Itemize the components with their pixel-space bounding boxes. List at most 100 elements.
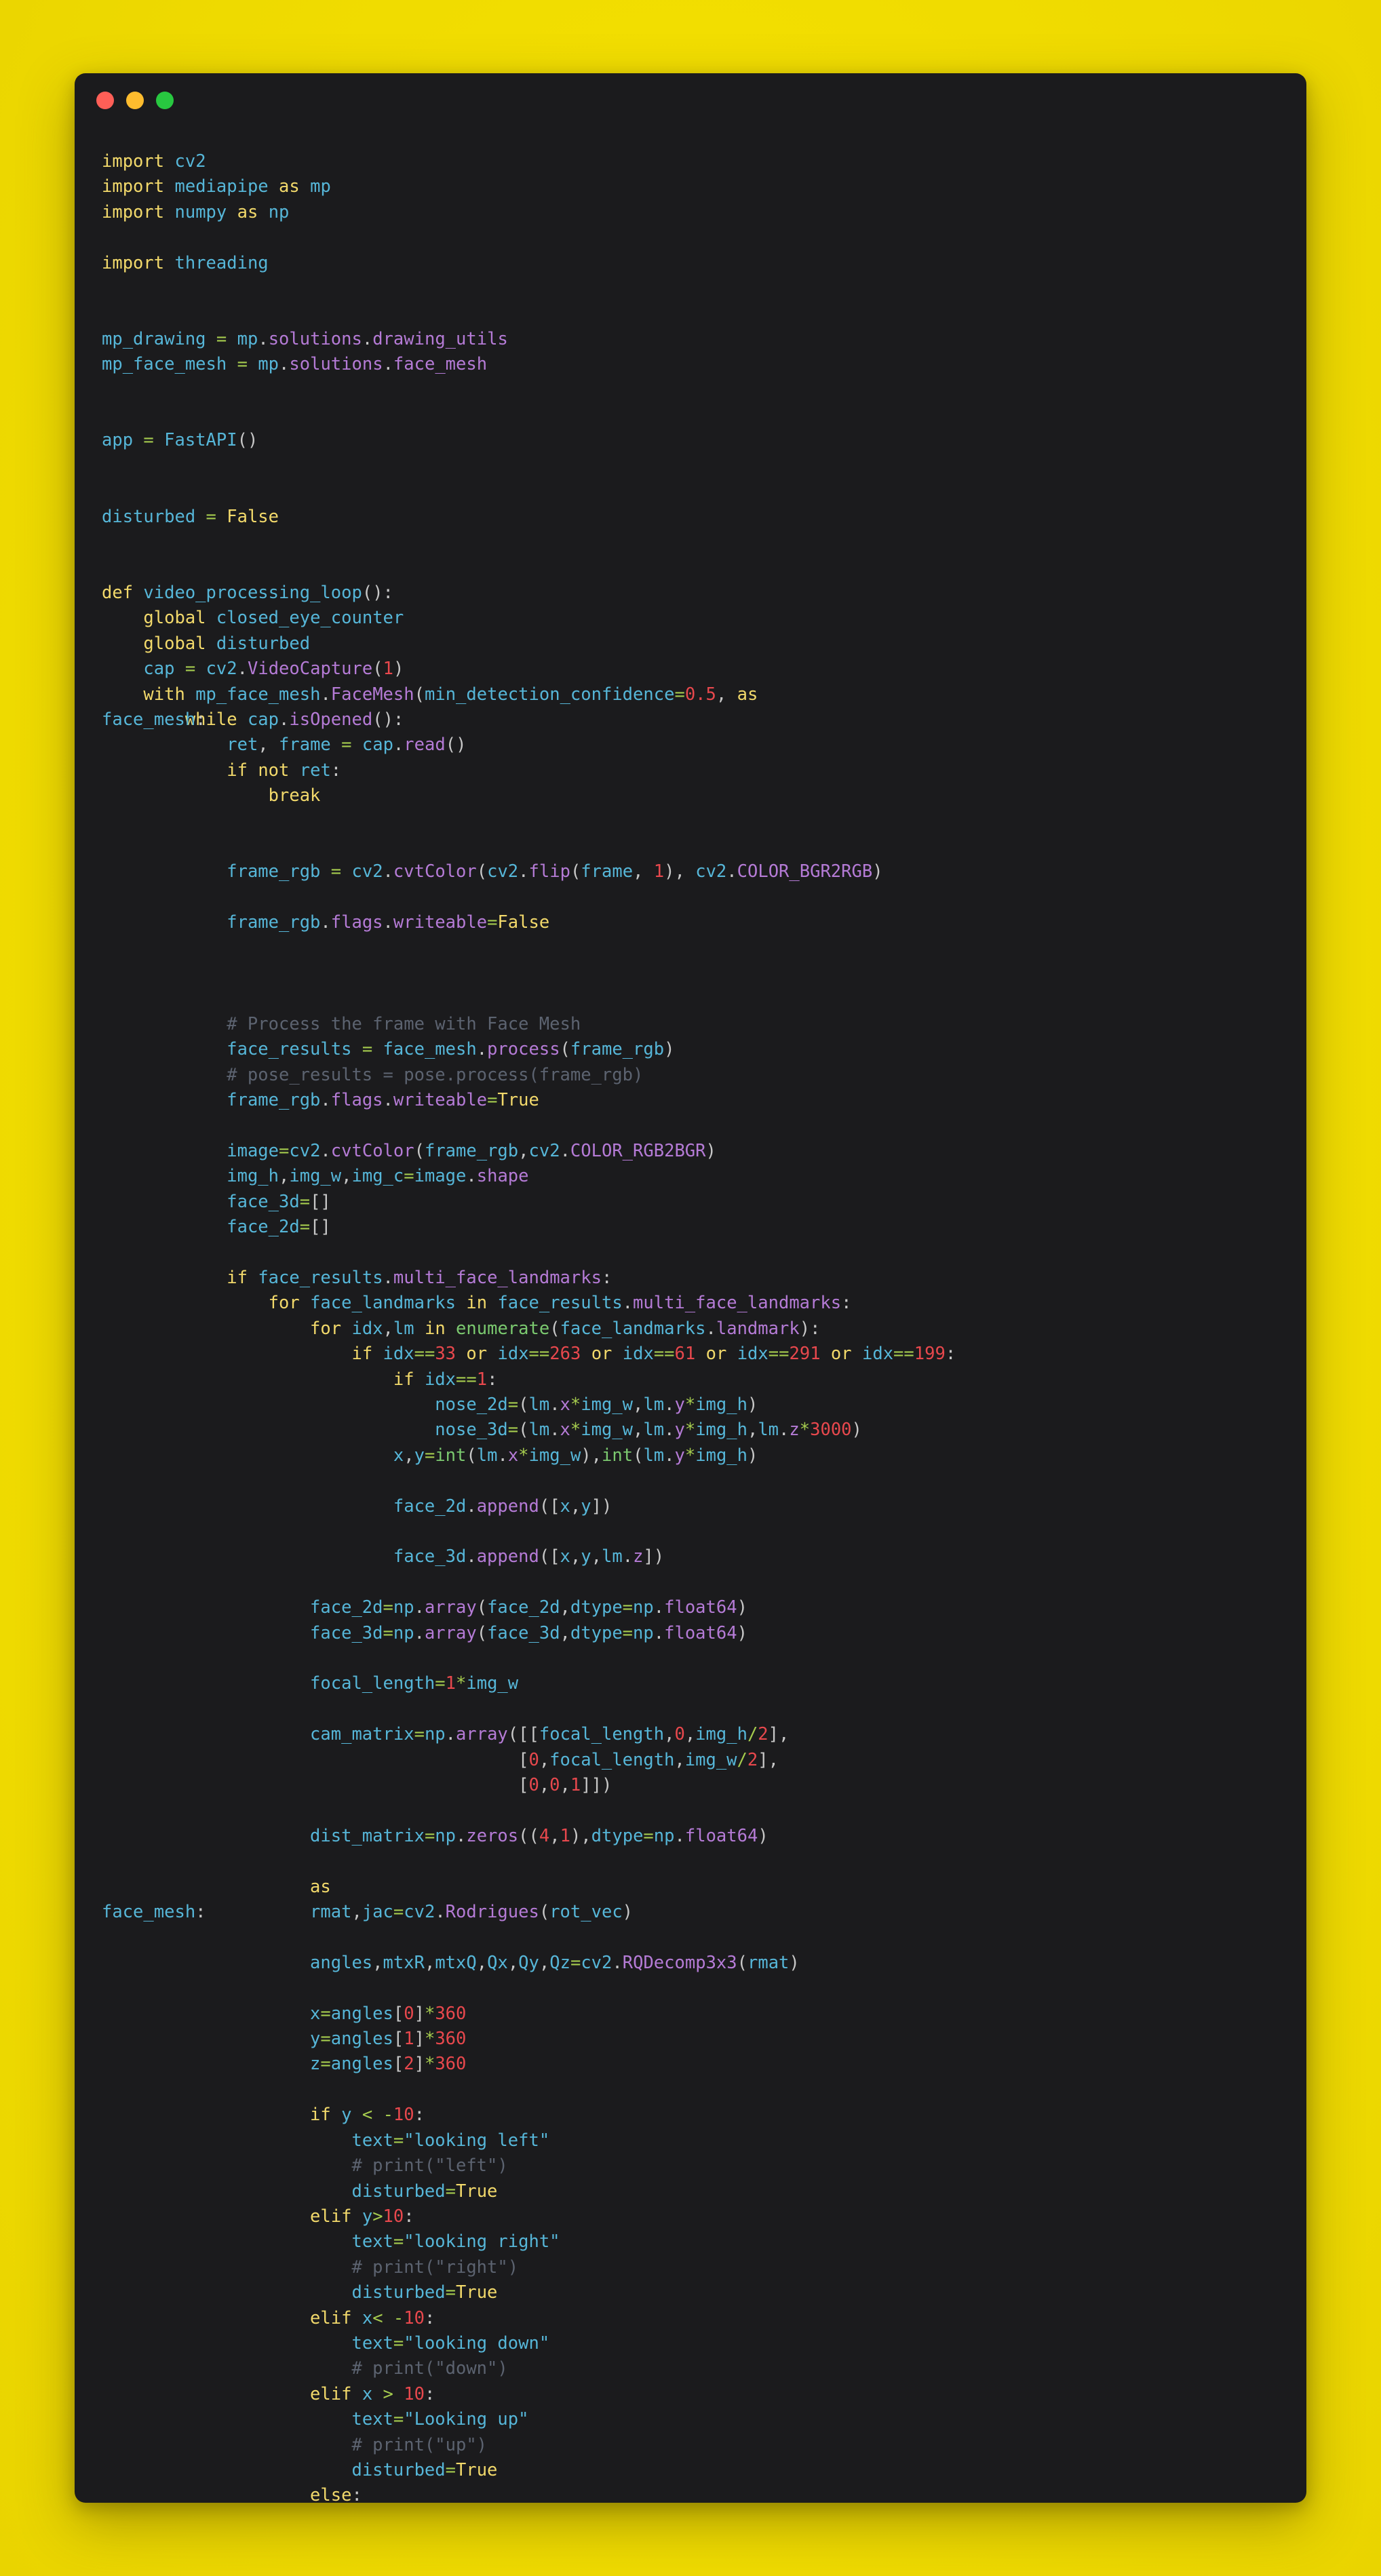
code-line: [0,0,1]]) [518, 1775, 612, 1795]
code-line: face_3d.append([x,y,lm.z]) [393, 1546, 665, 1567]
code-line: import threading [102, 252, 269, 273]
code-line: face_2d=np.array(face_2d,dtype=np.float6… [310, 1597, 747, 1618]
code-line: import numpy as np [102, 201, 290, 222]
code-line: cam_matrix=np.array([[focal_length,0,img… [310, 1724, 790, 1745]
code-line: if y < -10: [310, 2105, 425, 2126]
code-line: disturbed=True [351, 2459, 498, 2480]
code-line: z=angles[2]*360 [310, 2054, 467, 2075]
code-line: nose_2d=(lm.x*img_w,lm.y*img_h) [435, 1394, 758, 1415]
page-backdrop: import cv2 import mediapipe as mp import n… [0, 0, 1381, 2576]
code-line: # Process the frame with Face Mesh [102, 1013, 581, 1034]
code-line: x,y=int(lm.x*img_w),int(lm.y*img_h) [393, 1445, 758, 1466]
code-line: x=angles[0]*360 [310, 2003, 467, 2024]
code-line: import mediapipe as mp [102, 176, 331, 197]
close-button[interactable] [96, 92, 114, 109]
code-line: frame_rgb.flags.writeable=False [227, 912, 550, 933]
code-line: mp_face_mesh = mp.solutions.face_mesh [102, 354, 488, 375]
code-area: import cv2 import mediapipe as mp import n… [75, 128, 1306, 2503]
code-block[interactable]: import cv2 import mediapipe as mp import n… [75, 149, 1306, 2503]
code-line: focal_length=1*img_w [310, 1673, 519, 1694]
code-line: elif x< -10: [310, 2307, 435, 2328]
code-line: nose_3d=(lm.x*img_w,lm.y*img_h,lm.z*3000… [435, 1420, 862, 1441]
code-window: import cv2 import mediapipe as mp import n… [75, 73, 1306, 2503]
code-line: text="looking right" [351, 2231, 560, 2252]
code-line: cap = cv2.VideoCapture(1) [143, 659, 404, 680]
code-line: with mp_face_mesh.FaceMesh(min_detection… [143, 684, 758, 705]
code-line: frame_rgb = cv2.cvtColor(cv2.flip(frame,… [227, 861, 883, 882]
code-line: angles,mtxR,mtxQ,Qx,Qy,Qz=cv2.RQDecomp3x… [310, 1952, 800, 1973]
code-line: disturbed = False [102, 506, 279, 527]
code-line: img_h,img_w,img_c=image.shape [227, 1166, 529, 1187]
code-line: break [268, 785, 321, 806]
wrapped-continuation: face_mesh: [102, 709, 206, 730]
code-line: face_2d.append([x,y]) [393, 1496, 612, 1517]
code-line: if idx==33 or idx==263 or idx==61 or idx… [351, 1344, 956, 1365]
code-line: for idx,lm in enumerate(face_landmarks.l… [310, 1318, 821, 1339]
code-line: global closed_eye_counter [143, 608, 404, 629]
code-line-wrapped: face_mesh: rmat,jac=cv2.Rodrigues(rot_ve… [102, 1900, 1279, 1925]
code-line: # print("down") [102, 2358, 508, 2379]
code-line: ret, frame = cap.read() [227, 735, 467, 756]
code-line: for face_landmarks in face_results.multi… [268, 1293, 852, 1314]
minimize-button[interactable] [126, 92, 144, 109]
wrapped-continuation: face_mesh: [102, 1902, 206, 1923]
code-line: face_3d=np.array(face_3d,dtype=np.float6… [310, 1622, 747, 1643]
code-line: y=angles[1]*360 [310, 2029, 467, 2050]
code-line: else: [310, 2485, 362, 2503]
code-line: as [310, 1876, 331, 1897]
code-line: text="looking left" [351, 2130, 550, 2151]
code-line: image=cv2.cvtColor(frame_rgb,cv2.COLOR_R… [227, 1140, 716, 1161]
code-line: frame_rgb.flags.writeable=True [227, 1090, 539, 1111]
code-line: [0,focal_length,img_w/2], [518, 1749, 779, 1770]
code-line: global disturbed [143, 633, 311, 654]
code-line: if face_results.multi_face_landmarks: [227, 1267, 612, 1288]
code-line: face_results = face_mesh.process(frame_r… [227, 1039, 675, 1060]
code-line: face_2d=[] [227, 1217, 331, 1238]
code-line: disturbed=True [351, 2282, 498, 2303]
code-line: # print("up") [102, 2434, 488, 2455]
code-line: def video_processing_loop(): [102, 582, 393, 603]
code-line: disturbed=True [351, 2181, 498, 2202]
code-line: elif x > 10: [310, 2383, 435, 2404]
code-line: face_3d=[] [227, 1191, 331, 1212]
code-line: dist_matrix=np.zeros((4,1),dtype=np.floa… [310, 1825, 769, 1846]
code-line-wrapped: face_mesh: while cap.isOpened(): [102, 707, 1279, 733]
code-line: mp_drawing = mp.solutions.drawing_utils [102, 328, 508, 349]
code-line: # pose_results = pose.process(frame_rgb) [102, 1064, 644, 1085]
code-line: text="looking down" [351, 2333, 550, 2354]
code-line: text="Looking up" [351, 2409, 529, 2430]
zoom-button[interactable] [156, 92, 174, 109]
code-line: # print("left") [102, 2155, 508, 2177]
code-line: import cv2 [102, 151, 206, 172]
code-line: # print("right") [102, 2257, 519, 2278]
code-line: elif y>10: [310, 2206, 414, 2227]
code-line: app = FastAPI() [102, 430, 258, 451]
